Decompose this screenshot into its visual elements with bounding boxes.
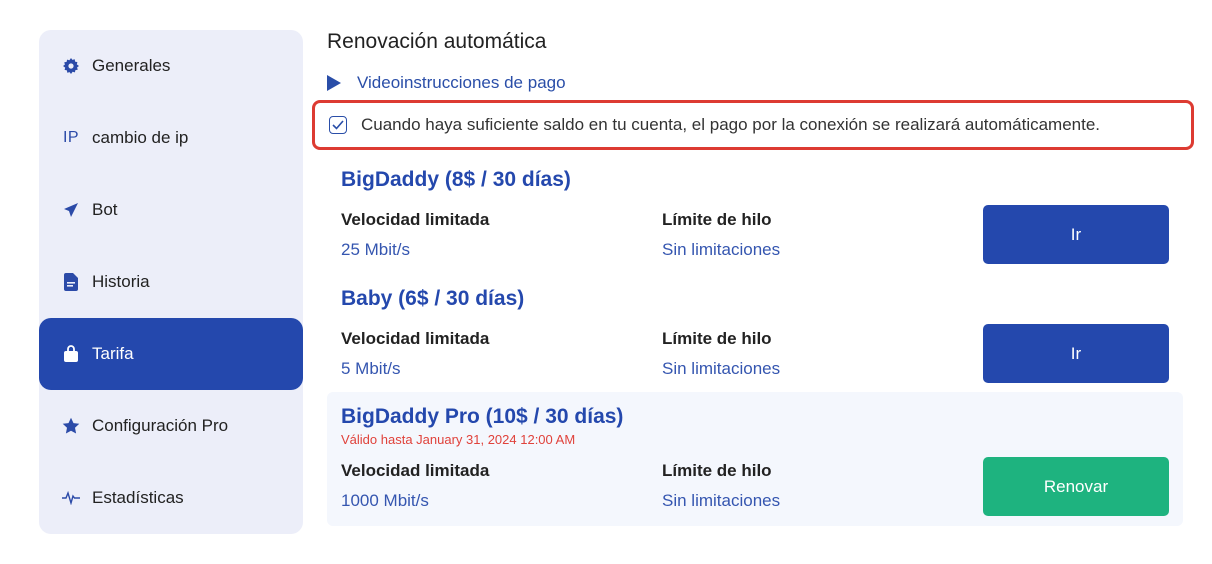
speed-value: 5 Mbit/s — [341, 359, 401, 378]
sidebar-item-historia[interactable]: Historia — [39, 246, 303, 318]
checkmark-icon — [332, 120, 344, 130]
go-button[interactable]: Ir — [983, 205, 1169, 264]
video-instructions-label: Videoinstrucciones de pago — [357, 73, 566, 92]
play-icon — [327, 75, 341, 91]
valid-until-text: Válido hasta January 31, 2024 12:00 AM — [341, 432, 576, 447]
current-plan-card: BigDaddy Pro (10$ / 30 días) Válido hast… — [327, 392, 1183, 526]
speed-label: Velocidad limitada — [341, 329, 490, 348]
sidebar-item-cambio-de-ip[interactable]: IP cambio de ip — [39, 102, 303, 174]
auto-renew-text: Cuando haya suficiente saldo en tu cuent… — [361, 115, 1101, 134]
auto-renew-option: Cuando haya suficiente saldo en tu cuent… — [312, 100, 1194, 150]
plan-card: Baby (6$ / 30 días) Velocidad limitada 5… — [327, 279, 1183, 389]
renew-button[interactable]: Renovar — [983, 457, 1169, 516]
ip-icon: IP — [62, 129, 80, 146]
plan-card: BigDaddy (8$ / 30 días) Velocidad limita… — [327, 160, 1183, 270]
sidebar-item-label: Tarifa — [92, 344, 134, 363]
thread-label: Límite de hilo — [662, 210, 772, 229]
sidebar-item-label: Generales — [92, 56, 171, 75]
gear-icon — [60, 55, 82, 77]
sidebar-item-label: Historia — [92, 272, 150, 291]
speed-value: 25 Mbit/s — [341, 240, 410, 259]
sidebar-item-label: Bot — [92, 200, 118, 219]
star-icon — [60, 415, 82, 437]
video-instructions-link[interactable]: Videoinstrucciones de pago — [327, 73, 566, 93]
send-icon — [60, 199, 82, 221]
thread-value: Sin limitaciones — [662, 359, 781, 378]
plan-name: BigDaddy Pro (10$ / 30 días) — [341, 405, 624, 428]
sidebar: Generales IP cambio de ip Bot Historia T… — [39, 30, 303, 534]
go-button[interactable]: Ir — [983, 324, 1169, 383]
thread-value: Sin limitaciones — [662, 240, 781, 259]
document-icon — [60, 271, 82, 293]
sidebar-item-label: Configuración Pro — [92, 416, 229, 435]
shopping-bag-icon — [60, 343, 82, 365]
plan-name: Baby (6$ / 30 días) — [341, 287, 525, 310]
sidebar-item-generales[interactable]: Generales — [39, 30, 303, 102]
thread-value: Sin limitaciones — [662, 491, 781, 510]
thread-label: Límite de hilo — [662, 461, 772, 480]
sidebar-item-label: Estadísticas — [92, 488, 184, 507]
thread-label: Límite de hilo — [662, 329, 772, 348]
sidebar-item-bot[interactable]: Bot — [39, 174, 303, 246]
sidebar-item-estadisticas[interactable]: Estadísticas — [39, 462, 303, 534]
speed-label: Velocidad limitada — [341, 210, 490, 229]
auto-renew-checkbox[interactable] — [329, 116, 347, 134]
sidebar-item-tarifa[interactable]: Tarifa — [39, 318, 303, 390]
speed-label: Velocidad limitada — [341, 461, 490, 480]
plan-name: BigDaddy (8$ / 30 días) — [341, 168, 571, 191]
sidebar-item-label: cambio de ip — [92, 128, 189, 147]
page-title: Renovación automática — [327, 30, 547, 53]
pulse-icon — [60, 487, 82, 509]
sidebar-item-configuracion-pro[interactable]: Configuración Pro — [39, 390, 303, 462]
speed-value: 1000 Mbit/s — [341, 491, 429, 510]
